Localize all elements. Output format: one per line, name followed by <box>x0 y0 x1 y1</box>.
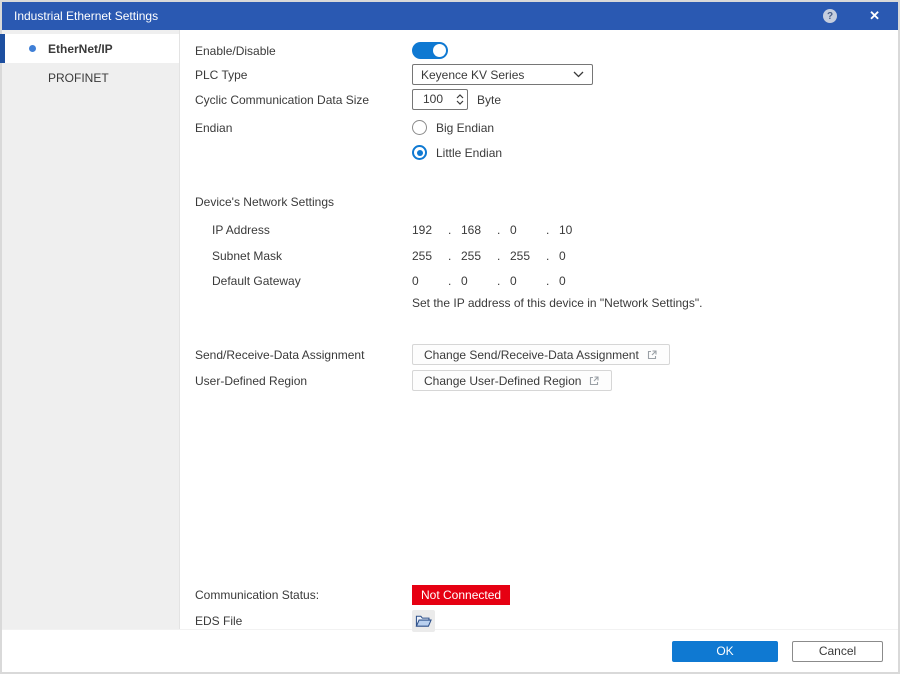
user-region-label: User-Defined Region <box>195 374 412 388</box>
change-user-region-button-label: Change User-Defined Region <box>424 374 581 388</box>
window-title: Industrial Ethernet Settings <box>14 9 823 23</box>
comm-status-label: Communication Status: <box>195 588 412 602</box>
default-gateway-row: Default Gateway 0 . 0 . 0 . 0 <box>195 270 890 291</box>
octet-separator: . <box>448 274 461 288</box>
sidebar-item-ethernet-ip[interactable]: EtherNet/IP <box>2 34 179 63</box>
cyclic-size-stepper[interactable]: 100 <box>412 89 468 110</box>
endian-little-row: Little Endian <box>195 142 890 163</box>
close-icon[interactable]: ✕ <box>869 8 880 24</box>
octet: 192 <box>412 223 448 237</box>
sidebar-item-profinet[interactable]: PROFINET <box>2 63 179 92</box>
content-area: EtherNet/IP PROFINET Enable/Disable PLC … <box>2 30 898 629</box>
selected-dot-icon <box>29 45 36 52</box>
plc-type-value: Keyence KV Series <box>421 68 573 82</box>
enable-label: Enable/Disable <box>195 44 412 58</box>
assignment-label: Send/Receive-Data Assignment <box>195 348 412 362</box>
change-user-region-button[interactable]: Change User-Defined Region <box>412 370 612 391</box>
external-link-icon <box>646 349 658 361</box>
enable-toggle[interactable] <box>412 42 448 59</box>
subnet-mask-row: Subnet Mask 255 . 255 . 255 . 0 <box>195 245 890 266</box>
plc-type-row: PLC Type Keyence KV Series <box>195 64 890 85</box>
settings-panel: Enable/Disable PLC Type Keyence KV Serie… <box>180 30 898 629</box>
big-endian-label: Big Endian <box>436 121 494 135</box>
octet: 0 <box>559 249 595 263</box>
octet-separator: . <box>497 249 510 263</box>
user-region-row: User-Defined Region Change User-Defined … <box>195 370 890 391</box>
comm-status-row: Communication Status: Not Connected <box>195 584 890 605</box>
endian-big-row: Endian Big Endian <box>195 117 890 138</box>
plc-type-label: PLC Type <box>195 68 412 82</box>
subnet-mask-label: Subnet Mask <box>195 249 412 263</box>
enable-row: Enable/Disable <box>195 40 890 61</box>
open-folder-icon <box>415 614 432 628</box>
stepper-arrows[interactable] <box>453 90 467 109</box>
octet-separator: . <box>497 274 510 288</box>
big-endian-radio[interactable] <box>412 120 427 135</box>
change-assignment-button-label: Change Send/Receive-Data Assignment <box>424 348 639 362</box>
footer-bar: OK Cancel <box>2 629 898 672</box>
status-badge: Not Connected <box>412 585 510 605</box>
external-link-icon <box>588 375 600 387</box>
octet: 10 <box>559 223 595 237</box>
octet-separator: . <box>497 223 510 237</box>
cyclic-size-label: Cyclic Communication Data Size <box>195 93 412 107</box>
industrial-ethernet-settings-dialog: Industrial Ethernet Settings ? ✕ EtherNe… <box>0 0 900 674</box>
ip-address-row: IP Address 192 . 168 . 0 . 10 <box>195 219 890 240</box>
help-icon[interactable]: ? <box>823 9 837 23</box>
eds-file-label: EDS File <box>195 614 412 628</box>
ip-address-value: 192 . 168 . 0 . 10 <box>412 223 595 237</box>
endian-label: Endian <box>195 121 412 135</box>
little-endian-label: Little Endian <box>436 146 502 160</box>
octet: 168 <box>461 223 497 237</box>
octet: 255 <box>461 249 497 263</box>
octet: 255 <box>412 249 448 263</box>
chevron-down-icon <box>573 71 584 78</box>
stepper-down-icon[interactable] <box>456 100 464 105</box>
cyclic-size-unit: Byte <box>477 93 501 107</box>
network-settings-header: Device's Network Settings <box>195 194 334 210</box>
octet-separator: . <box>546 223 559 237</box>
octet-separator: . <box>448 249 461 263</box>
plc-type-select[interactable]: Keyence KV Series <box>412 64 593 85</box>
default-gateway-value: 0 . 0 . 0 . 0 <box>412 274 595 288</box>
cyclic-size-value[interactable]: 100 <box>413 90 453 109</box>
change-assignment-button[interactable]: Change Send/Receive-Data Assignment <box>412 344 670 365</box>
toggle-knob-icon <box>433 44 446 57</box>
network-note: Set the IP address of this device in "Ne… <box>412 295 702 311</box>
octet: 0 <box>510 274 546 288</box>
octet-separator: . <box>546 249 559 263</box>
sidebar-item-label: PROFINET <box>48 71 109 85</box>
little-endian-radio[interactable] <box>412 145 427 160</box>
sidebar-item-label: EtherNet/IP <box>48 42 113 56</box>
titlebar: Industrial Ethernet Settings ? ✕ <box>2 2 898 30</box>
cyclic-size-row: Cyclic Communication Data Size 100 Byte <box>195 89 890 110</box>
octet: 0 <box>510 223 546 237</box>
cancel-button[interactable]: Cancel <box>792 641 883 662</box>
assignment-row: Send/Receive-Data Assignment Change Send… <box>195 344 890 365</box>
ok-button[interactable]: OK <box>672 641 778 662</box>
octet: 0 <box>461 274 497 288</box>
default-gateway-label: Default Gateway <box>195 274 412 288</box>
octet: 0 <box>412 274 448 288</box>
octet-separator: . <box>546 274 559 288</box>
stepper-up-icon[interactable] <box>456 94 464 99</box>
radio-dot-icon <box>417 150 423 156</box>
eds-file-open-button[interactable] <box>412 610 435 632</box>
subnet-mask-value: 255 . 255 . 255 . 0 <box>412 249 595 263</box>
ip-address-label: IP Address <box>195 223 412 237</box>
octet: 255 <box>510 249 546 263</box>
octet-separator: . <box>448 223 461 237</box>
sidebar: EtherNet/IP PROFINET <box>2 30 180 629</box>
eds-file-row: EDS File <box>195 610 890 631</box>
octet: 0 <box>559 274 595 288</box>
